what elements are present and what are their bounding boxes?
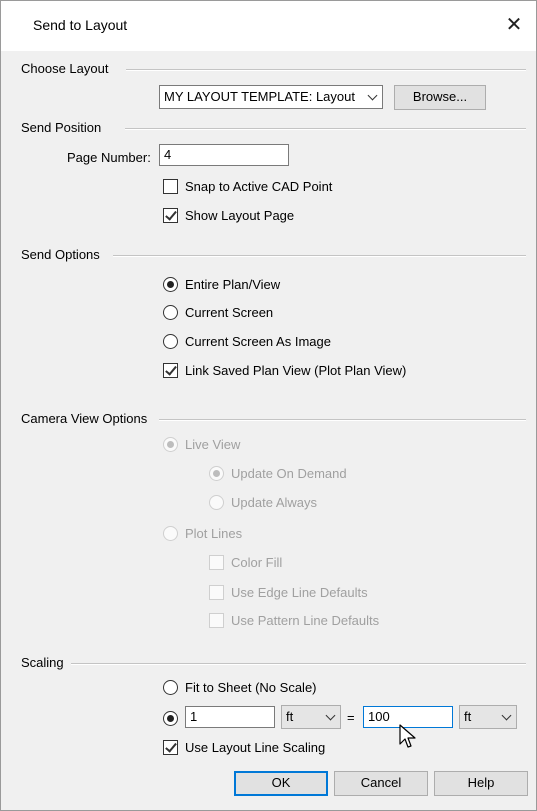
update-on-demand-radio[interactable] (209, 466, 224, 481)
chevron-down-icon (325, 710, 336, 721)
current-screen-radio[interactable] (163, 305, 178, 320)
use-layout-line-scaling-label: Use Layout Line Scaling (185, 740, 326, 755)
fit-to-sheet-label: Fit to Sheet (No Scale) (185, 680, 317, 695)
use-layout-line-scaling-checkbox[interactable] (163, 740, 178, 755)
choose-layout-group-label: Choose Layout (21, 61, 109, 76)
current-screen-image-label: Current Screen As Image (185, 334, 331, 349)
use-pattern-line-defaults-label: Use Pattern Line Defaults (231, 613, 380, 628)
send-position-group-label: Send Position (21, 120, 102, 135)
color-fill-checkbox[interactable] (209, 555, 224, 570)
mouse-cursor-icon (399, 724, 416, 748)
send-to-layout-dialog: Send to Layout ✕ Choose Layout MY LAYOUT… (0, 0, 537, 811)
update-always-label: Update Always (231, 495, 317, 510)
use-pattern-line-defaults-checkbox[interactable] (209, 613, 224, 628)
scaling-separator (71, 663, 526, 665)
show-layout-page-checkbox[interactable] (163, 208, 178, 223)
choose-layout-separator (126, 69, 526, 71)
page-number-input[interactable]: 4 (159, 144, 289, 166)
link-saved-plan-view-checkbox[interactable] (163, 363, 178, 378)
camera-view-options-group-label: Camera View Options (21, 411, 148, 426)
live-view-label: Live View (185, 437, 241, 452)
show-layout-page-label: Show Layout Page (185, 208, 295, 223)
scale-left-value-input[interactable]: 1 (185, 706, 275, 728)
layout-select[interactable]: MY LAYOUT TEMPLATE: Layout (159, 85, 383, 109)
snap-to-cad-point-checkbox[interactable] (163, 179, 178, 194)
color-fill-label: Color Fill (231, 555, 283, 570)
send-options-group-label: Send Options (21, 247, 100, 262)
use-edge-line-defaults-checkbox[interactable] (209, 585, 224, 600)
use-edge-line-defaults-label: Use Edge Line Defaults (231, 585, 368, 600)
camera-view-options-separator (159, 419, 526, 421)
chevron-down-icon (367, 90, 378, 101)
entire-plan-radio[interactable] (163, 277, 178, 292)
cancel-button[interactable]: Cancel (334, 771, 428, 796)
plot-lines-radio[interactable] (163, 526, 178, 541)
help-button[interactable]: Help (434, 771, 528, 796)
scaling-group-label: Scaling (21, 655, 64, 670)
equals-label: = (347, 710, 355, 725)
close-icon[interactable]: ✕ (502, 13, 526, 37)
live-view-radio[interactable] (163, 437, 178, 452)
scale-right-unit-select[interactable]: ft (459, 705, 517, 729)
ok-button[interactable]: OK (234, 771, 328, 796)
plot-lines-label: Plot Lines (185, 526, 243, 541)
entire-plan-label: Entire Plan/View (185, 277, 281, 292)
custom-scale-radio[interactable] (163, 711, 178, 726)
link-saved-plan-view-label: Link Saved Plan View (Plot Plan View) (185, 363, 407, 378)
scale-left-unit-select[interactable]: ft (281, 705, 341, 729)
current-screen-label: Current Screen (185, 305, 274, 320)
page-number-label: Page Number: (67, 150, 151, 165)
send-position-separator (125, 128, 526, 130)
fit-to-sheet-radio[interactable] (163, 680, 178, 695)
scale-left-unit-value: ft (286, 709, 294, 724)
current-screen-image-radio[interactable] (163, 334, 178, 349)
chevron-down-icon (501, 710, 512, 721)
scale-right-unit-value: ft (464, 709, 472, 724)
update-on-demand-label: Update On Demand (231, 466, 347, 481)
browse-button[interactable]: Browse... (394, 85, 486, 110)
update-always-radio[interactable] (209, 495, 224, 510)
window-title: Send to Layout (33, 17, 128, 33)
title-bar: Send to Layout ✕ (1, 1, 536, 51)
send-options-separator (113, 255, 526, 257)
layout-select-value: MY LAYOUT TEMPLATE: Layout (164, 89, 355, 104)
snap-to-cad-point-label: Snap to Active CAD Point (185, 179, 333, 194)
